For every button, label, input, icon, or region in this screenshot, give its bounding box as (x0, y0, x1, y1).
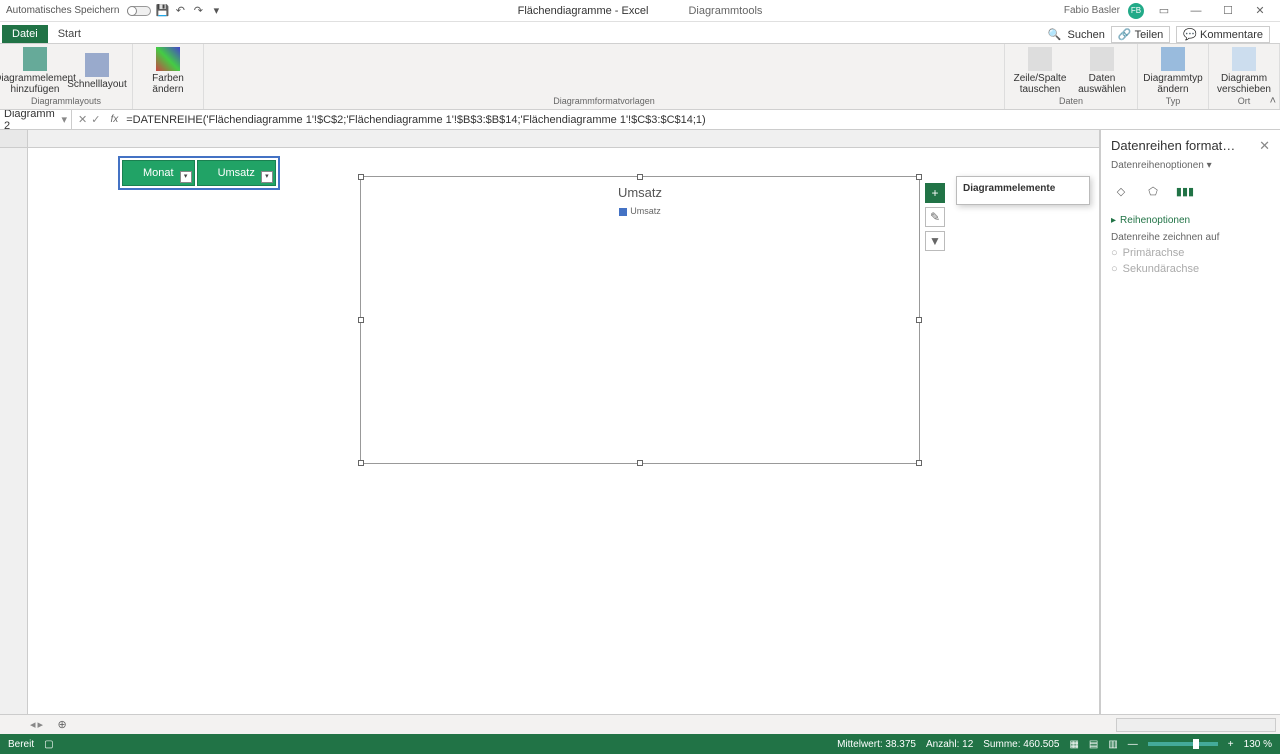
formula-input[interactable]: =DATENREIHE('Flächendiagramme 1'!$C$2;'F… (122, 112, 1280, 128)
status-count: Anzahl: 12 (926, 739, 973, 750)
autosave-label: Automatisches Speichern (6, 5, 119, 16)
format-pane-title: Datenreihen format… (1111, 138, 1235, 154)
status-sum: Summe: 460.505 (983, 739, 1059, 750)
status-ready: Bereit (8, 739, 34, 750)
collapse-ribbon-icon[interactable]: ˄ (1270, 95, 1276, 107)
fx-icon[interactable]: fx (106, 114, 122, 125)
group-label-styles: Diagrammformatvorlagen (210, 96, 998, 107)
select-data-button[interactable]: Daten auswählen (1073, 47, 1131, 95)
add-chart-element-button[interactable]: Diagrammelement hinzufügen (6, 47, 64, 95)
series-options-header[interactable]: ▸ Reihenoptionen (1111, 215, 1270, 226)
ribbon-tabs: Datei Start 🔍 Suchen 🔗 Teilen 💬 Kommenta… (0, 22, 1280, 44)
group-label-type: Typ (1144, 96, 1202, 107)
tab-file[interactable]: Datei (2, 25, 48, 43)
context-tools-label: Diagrammtools (688, 5, 762, 17)
group-label-data: Daten (1011, 96, 1131, 107)
search-label[interactable]: Suchen (1068, 29, 1105, 41)
qat-more-icon[interactable]: ▾ (209, 4, 223, 18)
comments-button[interactable]: 💬 Kommentare (1176, 26, 1270, 43)
change-chart-type-button[interactable]: Diagrammtyp ändern (1144, 47, 1202, 95)
user-avatar[interactable]: FB (1128, 3, 1144, 19)
status-average: Mittelwert: 38.375 (837, 739, 916, 750)
close-icon[interactable]: ✕ (1248, 2, 1272, 20)
ribbon-mode-icon[interactable]: ▭ (1152, 2, 1176, 20)
format-pane: Datenreihen format… ✕ Datenreihenoptionen… (1100, 130, 1280, 714)
zoom-in-icon[interactable]: + (1228, 739, 1234, 750)
filter-icon[interactable]: ▾ (261, 171, 273, 183)
data-table[interactable]: Monat▾ Umsatz▾ (118, 156, 280, 190)
view-page-icon[interactable]: ▤ (1089, 739, 1098, 750)
effects-icon[interactable]: ⬠ (1143, 181, 1163, 201)
minimize-icon[interactable]: — (1184, 2, 1208, 20)
zoom-slider[interactable] (1148, 742, 1218, 746)
formula-bar: Diagramm 2▾ ✕ ✓ fx =DATENREIHE('Flächend… (0, 110, 1280, 130)
status-bar: Bereit ▢ Mittelwert: 38.375 Anzahl: 12 S… (0, 734, 1280, 754)
chart-elements-flyout: Diagrammelemente (956, 176, 1090, 205)
user-name[interactable]: Fabio Basler (1064, 5, 1120, 16)
view-break-icon[interactable]: ▥ (1108, 739, 1117, 750)
titlebar: Automatisches Speichern 💾 ↶ ↷ ▾ Flächend… (0, 0, 1280, 22)
view-normal-icon[interactable]: ▦ (1069, 739, 1078, 750)
change-colors-button[interactable]: Farben ändern (139, 47, 197, 95)
group-label-layouts: Diagrammlayouts (6, 96, 126, 107)
redo-icon[interactable]: ↷ (191, 4, 205, 18)
flyout-title: Diagrammelemente (963, 183, 1083, 194)
tab-start[interactable]: Start (48, 25, 91, 43)
undo-icon[interactable]: ↶ (173, 4, 187, 18)
primary-axis-radio: ○Primärachse (1111, 247, 1270, 259)
chart-filters-button[interactable]: ▼ (925, 231, 945, 251)
filter-icon[interactable]: ▾ (180, 171, 192, 183)
switch-row-col-button[interactable]: Zeile/Spalte tauschen (1011, 47, 1069, 95)
chart[interactable]: Umsatz Umsatz + ✎ ▼ (360, 176, 920, 464)
save-icon[interactable]: 💾 (155, 4, 169, 18)
group-label-loc: Ort (1215, 96, 1273, 107)
zoom-level[interactable]: 130 % (1244, 739, 1272, 750)
table-header-revenue[interactable]: Umsatz▾ (197, 160, 276, 186)
worksheet-grid[interactable]: Monat▾ Umsatz▾ Umsatz Umsatz + (0, 130, 1100, 714)
close-pane-icon[interactable]: ✕ (1259, 138, 1270, 154)
chart-elements-button[interactable]: + (925, 183, 945, 203)
move-chart-button[interactable]: Diagramm verschieben (1215, 47, 1273, 95)
format-pane-subtitle[interactable]: Datenreihenoptionen ▾ (1111, 160, 1270, 171)
share-button[interactable]: 🔗 Teilen (1111, 26, 1170, 43)
chart-styles-button[interactable]: ✎ (925, 207, 945, 227)
maximize-icon[interactable]: ☐ (1216, 2, 1240, 20)
macro-record-icon[interactable]: ▢ (44, 739, 53, 750)
table-header-month[interactable]: Monat▾ (122, 160, 195, 186)
autosave-toggle[interactable] (127, 6, 151, 16)
plot-on-label: Datenreihe zeichnen auf (1111, 232, 1270, 243)
accept-formula-icon[interactable]: ✓ (91, 113, 100, 126)
select-all-corner[interactable] (0, 130, 28, 147)
sheet-tab-bar: ◂▸ ⊕ (0, 714, 1280, 734)
ribbon: Diagrammelement hinzufügen Schnelllayout… (0, 44, 1280, 110)
fill-line-icon[interactable]: ◇ (1111, 181, 1131, 201)
zoom-out-icon[interactable]: — (1128, 739, 1138, 750)
cancel-formula-icon[interactable]: ✕ (78, 113, 87, 126)
chart-title[interactable]: Umsatz (361, 177, 919, 200)
file-title: Flächendiagramme - Excel (518, 5, 649, 17)
chart-legend[interactable]: Umsatz (361, 206, 919, 216)
search-icon[interactable]: 🔍 (1048, 28, 1062, 41)
quick-layout-button[interactable]: Schnelllayout (68, 53, 126, 90)
secondary-axis-radio: ○Sekundärachse (1111, 263, 1270, 275)
series-options-icon[interactable]: ▮▮▮ (1175, 181, 1195, 201)
